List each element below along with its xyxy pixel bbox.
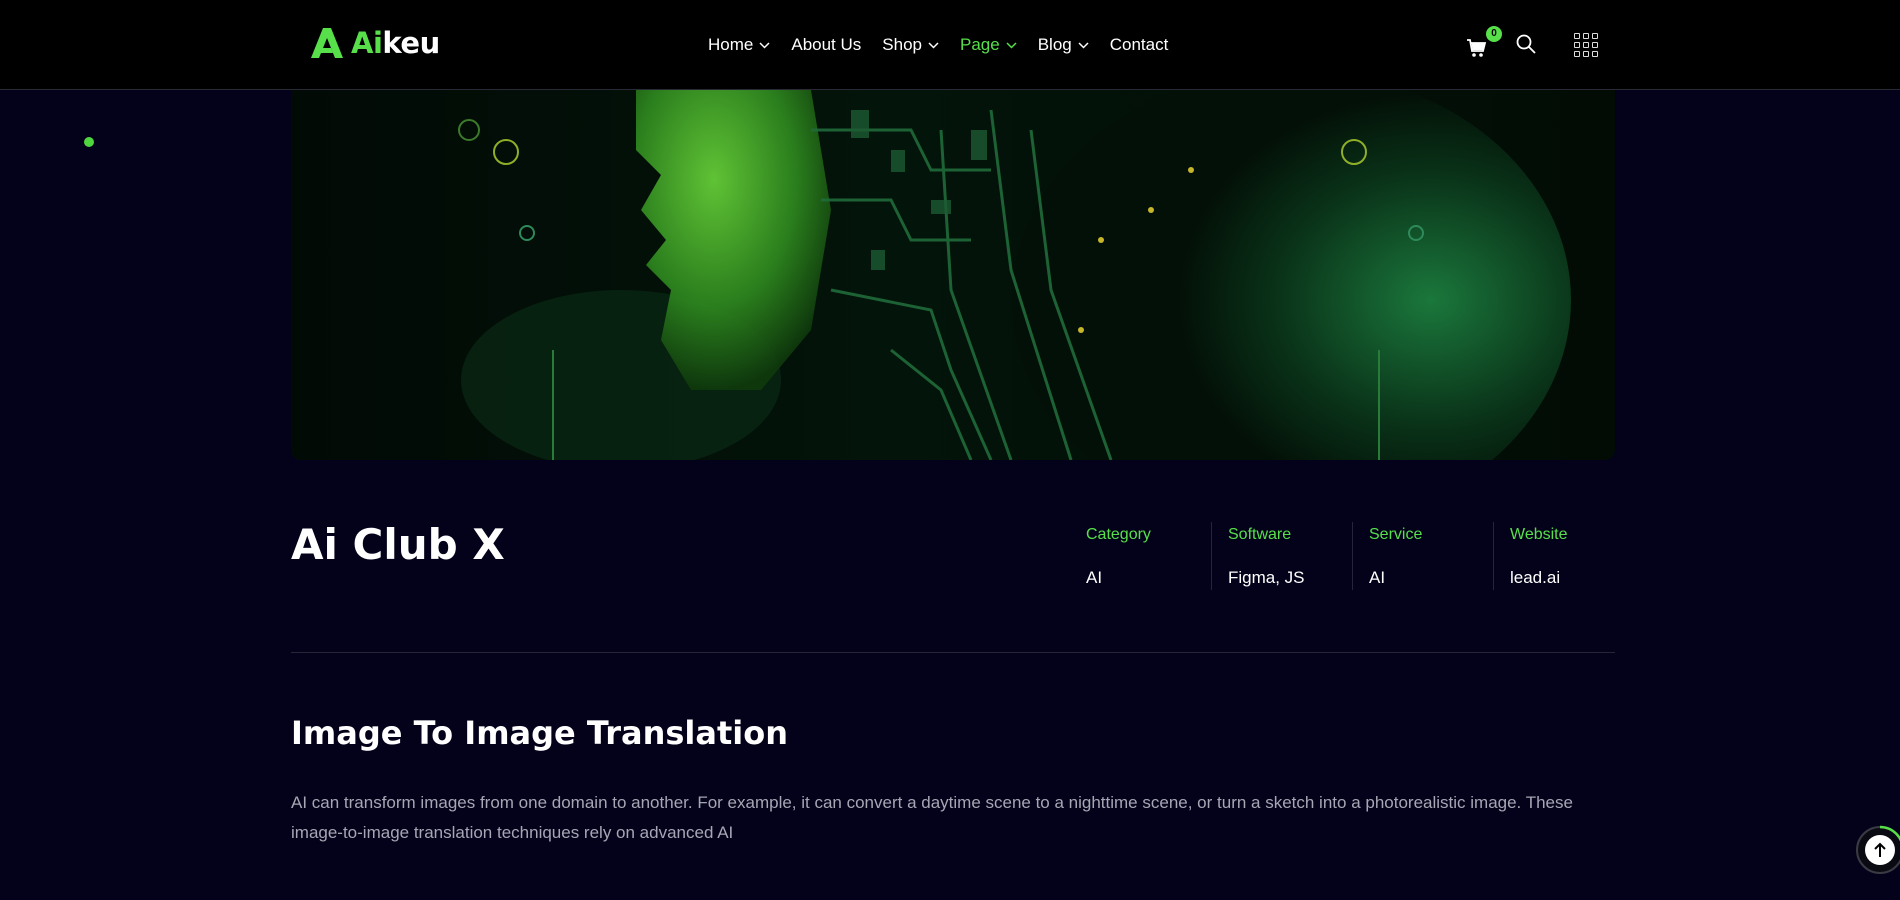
nav-item-home[interactable]: Home [708,35,770,55]
cart-button[interactable]: 0 [1466,26,1502,60]
nav-item-shop[interactable]: Shop [882,35,939,55]
chevron-down-icon [1006,41,1017,49]
meta-value: AI [1086,568,1103,587]
cart-icon [1467,39,1487,57]
cart-count-badge: 0 [1486,26,1502,42]
main-nav: Home About Us Shop Page Blog Contact [708,0,1168,90]
meta-label: Website [1510,526,1568,543]
search-icon [1516,34,1536,54]
chevron-down-icon [1078,41,1089,49]
section-title: Image To Image Translation [291,714,788,752]
site-header: Aikeu Home About Us Shop Page Blog Conta… [0,0,1900,90]
back-to-top-button[interactable] [1856,825,1900,874]
grid-menu-icon[interactable] [1574,33,1598,57]
meta-software: Software Figma, JS [1211,522,1352,590]
hero-illustration [291,90,1615,460]
meta-value: AI [1369,568,1386,587]
chevron-down-icon [928,41,939,49]
project-meta: Category AI Software Figma, JS Service A… [1070,522,1634,590]
meta-value: Figma, JS [1228,568,1305,587]
search-button[interactable] [1515,33,1537,55]
decorative-dot [84,137,94,147]
hero-image [291,90,1615,460]
project-title: Ai Club X [291,520,505,569]
meta-label: Software [1228,526,1292,543]
section-divider [291,652,1615,653]
logo-text: Aikeu [351,26,440,60]
meta-value[interactable]: lead.ai [1510,568,1634,588]
meta-website: Website lead.ai [1493,522,1634,590]
nav-item-contact[interactable]: Contact [1110,35,1169,55]
nav-item-about-us[interactable]: About Us [791,35,861,55]
section-body: AI can transform images from one domain … [291,793,1573,842]
logo[interactable]: Aikeu [309,26,440,60]
meta-service: Service AI [1352,522,1493,590]
arrow-up-icon [1865,835,1895,865]
chevron-down-icon [759,41,770,49]
meta-category: Category AI [1070,522,1211,590]
meta-label: Service [1369,526,1423,543]
logo-mark-icon [311,28,343,58]
nav-item-blog[interactable]: Blog [1038,35,1089,55]
meta-label: Category [1086,526,1151,543]
nav-item-page[interactable]: Page [960,35,1017,55]
